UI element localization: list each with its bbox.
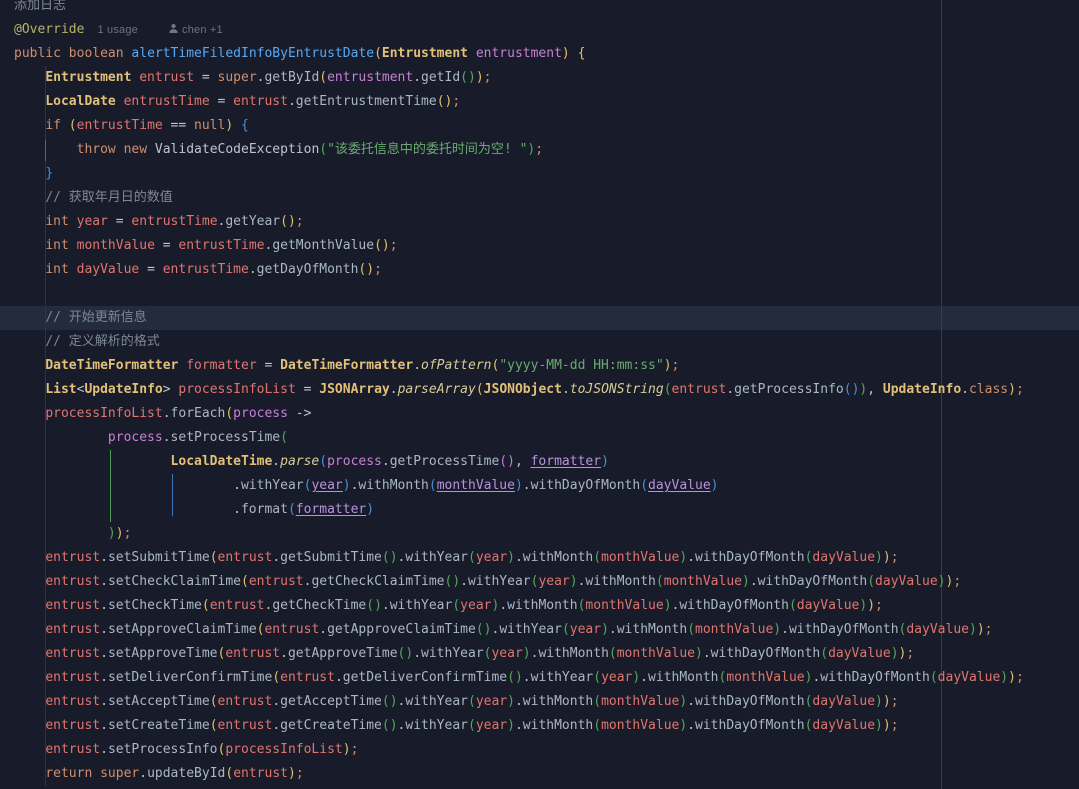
code-line: int year = entrustTime.getYear(); bbox=[0, 210, 1079, 234]
code-line: Entrustment entrust = super.getById(entr… bbox=[0, 66, 1079, 90]
code-line: @Override1 usagechen +1 bbox=[0, 18, 1079, 42]
code-line: // 开始更新信息 bbox=[0, 306, 1079, 330]
code-line: entrust.setApproveTime(entrust.getApprov… bbox=[0, 642, 1079, 666]
code-line: // 获取年月日的数值 bbox=[0, 186, 1079, 210]
code-line: entrust.setProcessInfo(processInfoList); bbox=[0, 738, 1079, 762]
code-line: int dayValue = entrustTime.getDayOfMonth… bbox=[0, 258, 1079, 282]
code-line: LocalDateTime.parse(process.getProcessTi… bbox=[0, 450, 1079, 474]
code-line: processInfoList.forEach(process -> bbox=[0, 402, 1079, 426]
code-line: LocalDate entrustTime = entrust.getEntru… bbox=[0, 90, 1079, 114]
code-lines: 添加日志@Override1 usagechen +1public boolea… bbox=[0, 0, 1079, 789]
code-line: 添加日志 bbox=[0, 0, 1079, 18]
user-icon bbox=[168, 19, 179, 43]
code-line: entrust.setCheckClaimTime(entrust.getChe… bbox=[0, 570, 1079, 594]
code-line: )); bbox=[0, 522, 1079, 546]
code-line: entrust.setSubmitTime(entrust.getSubmitT… bbox=[0, 546, 1079, 570]
code-line: } bbox=[0, 162, 1079, 186]
code-line: throw new ValidateCodeException("该委托信息中的… bbox=[0, 138, 1079, 162]
code-line: public boolean alertTimeFiledInfoByEntru… bbox=[0, 42, 1079, 66]
code-line: entrust.setAcceptTime(entrust.getAcceptT… bbox=[0, 690, 1079, 714]
code-line: return super.updateById(entrust); bbox=[0, 762, 1079, 786]
code-line: // 定义解析的格式 bbox=[0, 330, 1079, 354]
editor-pane[interactable]: 添加日志@Override1 usagechen +1public boolea… bbox=[0, 0, 1079, 789]
code-line: entrust.setApproveClaimTime(entrust.getA… bbox=[0, 618, 1079, 642]
code-line: if (entrustTime == null) { bbox=[0, 114, 1079, 138]
code-line: process.setProcessTime( bbox=[0, 426, 1079, 450]
code-line: .format(formatter) bbox=[0, 498, 1079, 522]
code-line: int monthValue = entrustTime.getMonthVal… bbox=[0, 234, 1079, 258]
code-line: List<UpdateInfo> processInfoList = JSONA… bbox=[0, 378, 1079, 402]
code-line: entrust.setCreateTime(entrust.getCreateT… bbox=[0, 714, 1079, 738]
code-line: DateTimeFormatter formatter = DateTimeFo… bbox=[0, 354, 1079, 378]
code-line: entrust.setCheckTime(entrust.getCheckTim… bbox=[0, 594, 1079, 618]
code-line: entrust.setDeliverConfirmTime(entrust.ge… bbox=[0, 666, 1079, 690]
code-line bbox=[0, 282, 1079, 306]
code-line: .withYear(year).withMonth(monthValue).wi… bbox=[0, 474, 1079, 498]
